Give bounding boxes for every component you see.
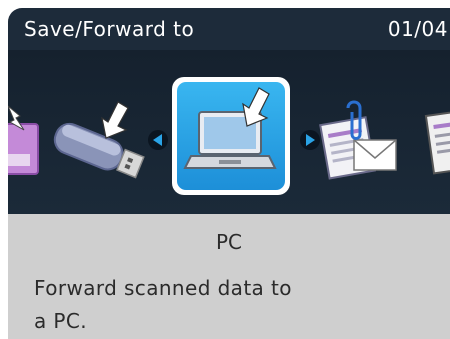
usb-flash-drive-icon — [53, 101, 145, 179]
email-attachment-icon — [319, 100, 397, 180]
carousel-item-usb-flash-drive[interactable] — [48, 98, 152, 194]
description-line-2: a PC. — [34, 309, 87, 333]
screen-title: Save/Forward to — [24, 17, 195, 41]
carousel-item-memory-card[interactable] — [8, 100, 44, 184]
description-line-1: Forward scanned data to — [34, 276, 292, 300]
carousel-item-pc[interactable] — [172, 77, 290, 195]
selected-highlight — [177, 82, 285, 190]
lcd-screen: Save/Forward to 01/04 PC Forward scanned… — [8, 8, 450, 339]
info-panel: PC Forward scanned data to a PC. — [8, 214, 450, 339]
scroll-left-button[interactable] — [147, 129, 169, 155]
network-folder-icon — [424, 108, 450, 175]
page-indicator: 01/04 — [387, 17, 448, 41]
header-bar: Save/Forward to 01/04 — [8, 8, 450, 50]
carousel-item-email[interactable] — [318, 100, 400, 188]
selected-item-description: Forward scanned data to a PC. — [34, 272, 414, 338]
pc-laptop-icon — [183, 87, 277, 169]
selected-item-name: PC — [215, 230, 243, 254]
destination-carousel — [8, 50, 450, 214]
carousel-item-network[interactable] — [422, 106, 450, 186]
memory-card-icon — [8, 105, 39, 175]
left-arrow-icon — [148, 130, 168, 150]
